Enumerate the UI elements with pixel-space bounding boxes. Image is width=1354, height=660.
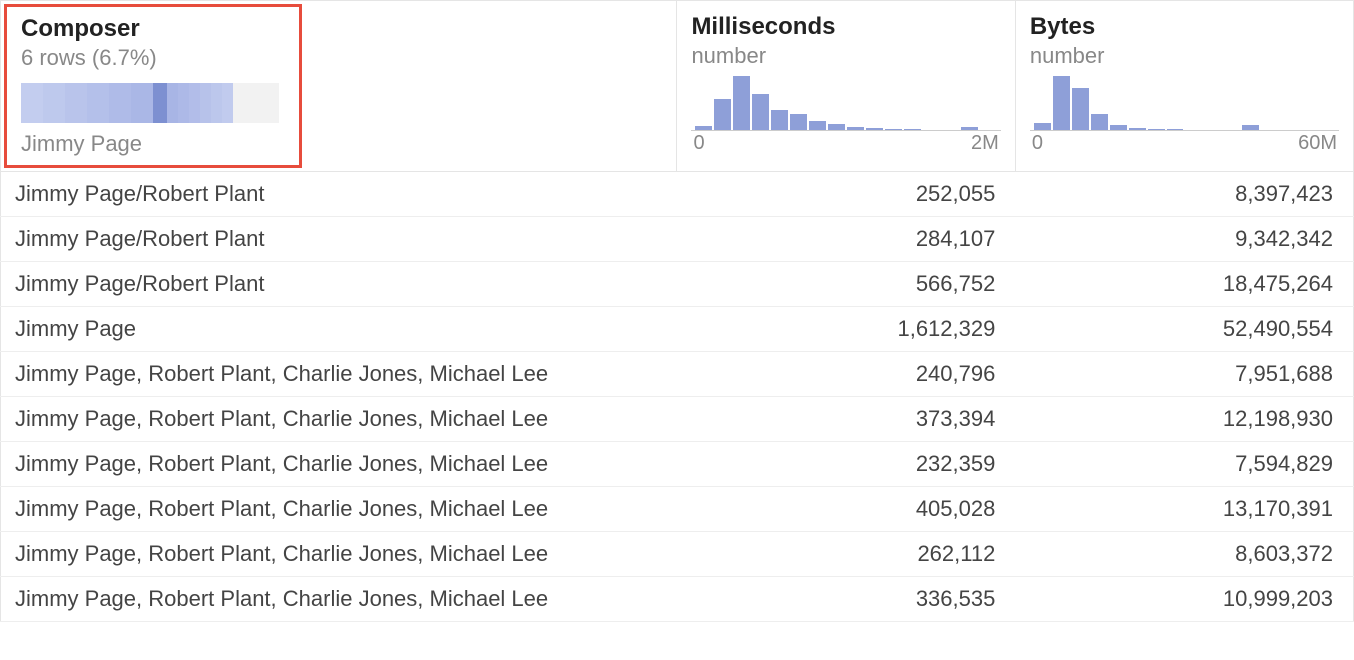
cell-milliseconds: 262,112 <box>677 532 1015 577</box>
histogram-bar <box>866 128 883 130</box>
table-row[interactable]: Jimmy Page, Robert Plant, Charlie Jones,… <box>1 352 1354 397</box>
distribution-segment[interactable] <box>189 83 200 123</box>
cell-bytes: 8,397,423 <box>1015 172 1353 217</box>
column-subtitle: 6 rows (6.7%) <box>21 45 285 71</box>
column-subtitle: number <box>691 43 1000 69</box>
cell-milliseconds: 284,107 <box>677 217 1015 262</box>
table-row[interactable]: Jimmy Page/Robert Plant252,0558,397,423 <box>1 172 1354 217</box>
distribution-segment[interactable] <box>109 83 131 123</box>
cell-composer: Jimmy Page/Robert Plant <box>1 217 677 262</box>
cell-composer: Jimmy Page/Robert Plant <box>1 172 677 217</box>
column-subtitle: number <box>1030 43 1339 69</box>
cell-bytes: 52,490,554 <box>1015 307 1353 352</box>
column-title: Composer <box>21 15 285 43</box>
histogram-bar <box>885 129 902 130</box>
histogram-bar <box>790 114 807 130</box>
table-row[interactable]: Jimmy Page, Robert Plant, Charlie Jones,… <box>1 397 1354 442</box>
distribution-segment[interactable] <box>222 83 233 123</box>
cell-milliseconds: 336,535 <box>677 577 1015 622</box>
table-row[interactable]: Jimmy Page/Robert Plant284,1079,342,342 <box>1 217 1354 262</box>
cell-bytes: 10,999,203 <box>1015 577 1353 622</box>
cell-milliseconds: 405,028 <box>677 487 1015 532</box>
cell-bytes: 7,594,829 <box>1015 442 1353 487</box>
distribution-segment[interactable] <box>233 83 279 123</box>
histogram-bar <box>1129 128 1146 130</box>
distribution-segment[interactable] <box>131 83 153 123</box>
distribution-segment[interactable] <box>21 83 43 123</box>
cell-composer: Jimmy Page, Robert Plant, Charlie Jones,… <box>1 352 677 397</box>
axis-max-label: 2M <box>971 132 999 155</box>
table-row[interactable]: Jimmy Page1,612,32952,490,554 <box>1 307 1354 352</box>
composer-filter-value: Jimmy Page <box>21 131 285 157</box>
histogram-bar <box>1242 125 1259 130</box>
cell-milliseconds: 566,752 <box>677 262 1015 307</box>
table-row[interactable]: Jimmy Page, Robert Plant, Charlie Jones,… <box>1 532 1354 577</box>
histogram-bar <box>714 99 731 131</box>
table-header-row: Composer 6 rows (6.7%) Jimmy Page Millis… <box>1 1 1354 172</box>
cell-bytes: 8,603,372 <box>1015 532 1353 577</box>
histogram-bar <box>1110 125 1127 130</box>
histogram-bar <box>1148 129 1165 130</box>
bytes-histogram[interactable]: 0 60M <box>1030 79 1339 149</box>
histogram-bar <box>771 110 788 130</box>
cell-composer: Jimmy Page, Robert Plant, Charlie Jones,… <box>1 487 677 532</box>
histogram-bar <box>847 127 864 130</box>
cell-composer: Jimmy Page, Robert Plant, Charlie Jones,… <box>1 442 677 487</box>
cell-composer: Jimmy Page, Robert Plant, Charlie Jones,… <box>1 397 677 442</box>
data-table: Composer 6 rows (6.7%) Jimmy Page Millis… <box>0 0 1354 622</box>
axis-max-label: 60M <box>1298 132 1337 155</box>
column-header-milliseconds[interactable]: Milliseconds number 0 2M <box>677 1 1015 172</box>
column-header-bytes[interactable]: Bytes number 0 60M <box>1015 1 1353 172</box>
cell-composer: Jimmy Page, Robert Plant, Charlie Jones,… <box>1 532 677 577</box>
cell-composer: Jimmy Page <box>1 307 677 352</box>
histogram-bar <box>695 126 712 130</box>
cell-composer: Jimmy Page/Robert Plant <box>1 262 677 307</box>
distribution-segment[interactable] <box>43 83 65 123</box>
cell-bytes: 9,342,342 <box>1015 217 1353 262</box>
histogram-bar <box>1091 114 1108 130</box>
distribution-segment[interactable] <box>200 83 211 123</box>
column-title: Milliseconds <box>691 13 1000 41</box>
composer-distribution-bar[interactable] <box>21 83 279 123</box>
histogram-bar <box>809 121 826 130</box>
histogram-bar <box>1072 88 1089 130</box>
distribution-segment[interactable] <box>87 83 109 123</box>
distribution-segment[interactable] <box>65 83 87 123</box>
histogram-bar <box>1034 123 1051 130</box>
histogram-bar <box>1167 129 1184 130</box>
histogram-bar <box>904 129 921 130</box>
cell-milliseconds: 232,359 <box>677 442 1015 487</box>
histogram-bar <box>752 94 769 130</box>
cell-milliseconds: 240,796 <box>677 352 1015 397</box>
axis-min-label: 0 <box>1032 132 1043 155</box>
histogram-bar <box>828 124 845 130</box>
table-row[interactable]: Jimmy Page/Robert Plant566,75218,475,264 <box>1 262 1354 307</box>
column-title: Bytes <box>1030 13 1339 41</box>
cell-bytes: 12,198,930 <box>1015 397 1353 442</box>
table-row[interactable]: Jimmy Page, Robert Plant, Charlie Jones,… <box>1 442 1354 487</box>
histogram-bar <box>961 127 978 130</box>
milliseconds-histogram[interactable]: 0 2M <box>691 79 1000 149</box>
column-header-composer[interactable]: Composer 6 rows (6.7%) Jimmy Page <box>1 1 677 172</box>
distribution-segment[interactable] <box>178 83 189 123</box>
table-row[interactable]: Jimmy Page, Robert Plant, Charlie Jones,… <box>1 487 1354 532</box>
distribution-segment[interactable] <box>211 83 222 123</box>
cell-bytes: 7,951,688 <box>1015 352 1353 397</box>
histogram-bar <box>1053 76 1070 130</box>
distribution-segment[interactable] <box>167 83 178 123</box>
cell-milliseconds: 1,612,329 <box>677 307 1015 352</box>
composer-filter-highlight: Composer 6 rows (6.7%) Jimmy Page <box>4 4 302 168</box>
cell-milliseconds: 252,055 <box>677 172 1015 217</box>
cell-bytes: 18,475,264 <box>1015 262 1353 307</box>
cell-composer: Jimmy Page, Robert Plant, Charlie Jones,… <box>1 577 677 622</box>
axis-min-label: 0 <box>693 132 704 155</box>
cell-milliseconds: 373,394 <box>677 397 1015 442</box>
distribution-segment[interactable] <box>153 83 167 123</box>
histogram-bar <box>733 76 750 130</box>
table-row[interactable]: Jimmy Page, Robert Plant, Charlie Jones,… <box>1 577 1354 622</box>
cell-bytes: 13,170,391 <box>1015 487 1353 532</box>
